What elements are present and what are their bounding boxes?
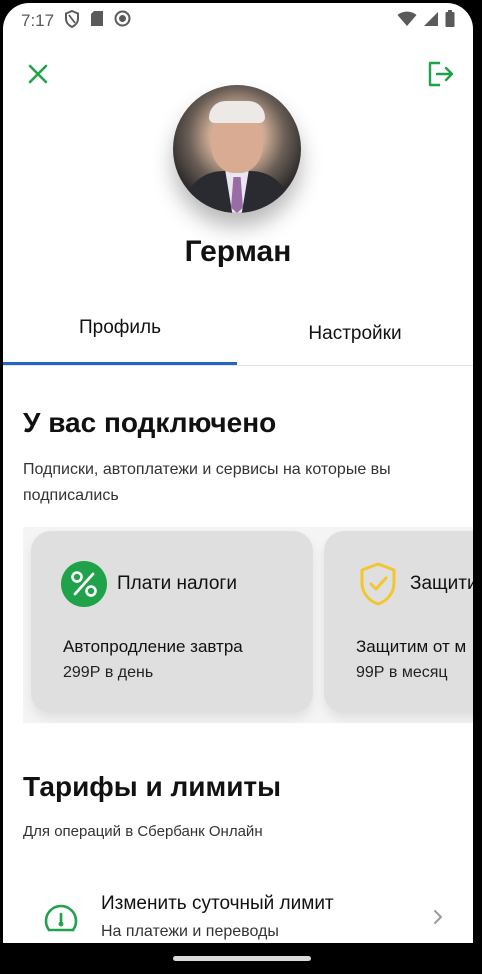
tab-settings[interactable]: Настройки <box>237 303 473 363</box>
shield-icon <box>64 9 80 33</box>
card-price: 99Р в месяц <box>356 664 448 681</box>
subscriptions-title: У вас подключено <box>23 407 277 438</box>
close-icon <box>27 63 49 90</box>
daily-limit-title: Изменить суточный лимит <box>101 893 334 914</box>
tab-profile[interactable]: Профиль <box>3 303 237 363</box>
sd-card-icon <box>90 10 104 32</box>
card-price: 299Р в день <box>63 664 154 681</box>
daily-limit-subtitle: На платежи и переводы <box>101 923 279 940</box>
tariffs-description: Для операций в Сбербанк Онлайн <box>23 823 263 840</box>
status-left: 7:17 <box>21 9 131 33</box>
subscriptions-description: Подписки, автоплатежи и сервисы на котор… <box>23 461 391 504</box>
daily-limit-item[interactable]: Изменить суточный лимит На платежи и пер… <box>23 883 463 943</box>
subscription-card-taxes[interactable]: Плати налоги Автопродление завтра 299Р в… <box>31 531 313 713</box>
wifi-icon <box>397 11 417 32</box>
subscription-card-protection[interactable]: Защитим Защитим от м 99Р в месяц <box>324 531 473 713</box>
status-right <box>397 10 455 32</box>
card-title: Плати налоги <box>117 573 237 594</box>
chevron-right-icon <box>433 909 443 930</box>
record-icon <box>114 10 131 32</box>
status-time: 7:17 <box>21 11 55 30</box>
shield-check-icon <box>358 561 398 612</box>
percent-icon <box>61 561 107 612</box>
subscriptions-carousel[interactable]: Плати налоги Автопродление завтра 299Р в… <box>23 527 473 723</box>
logout-button[interactable] <box>423 58 459 94</box>
home-indicator[interactable] <box>173 956 311 961</box>
speedometer-icon <box>43 903 79 940</box>
close-button[interactable] <box>20 58 56 94</box>
profile-tabs: Профиль Настройки <box>3 303 473 366</box>
battery-icon <box>445 10 455 32</box>
logout-icon <box>427 61 455 92</box>
status-bar: 7:17 <box>3 3 473 39</box>
tab-active-indicator <box>3 362 237 365</box>
app-screen: 7:17 Герман Профиль Настройки У вас подк… <box>3 3 473 943</box>
signal-icon <box>423 11 439 32</box>
card-renewal: Автопродление завтра <box>63 637 243 656</box>
card-title: Защитим <box>410 573 473 594</box>
tariffs-title: Тарифы и лимиты <box>23 771 282 802</box>
profile-name: Герман <box>184 235 292 268</box>
avatar[interactable] <box>173 85 301 213</box>
card-renewal: Защитим от м <box>356 637 467 656</box>
